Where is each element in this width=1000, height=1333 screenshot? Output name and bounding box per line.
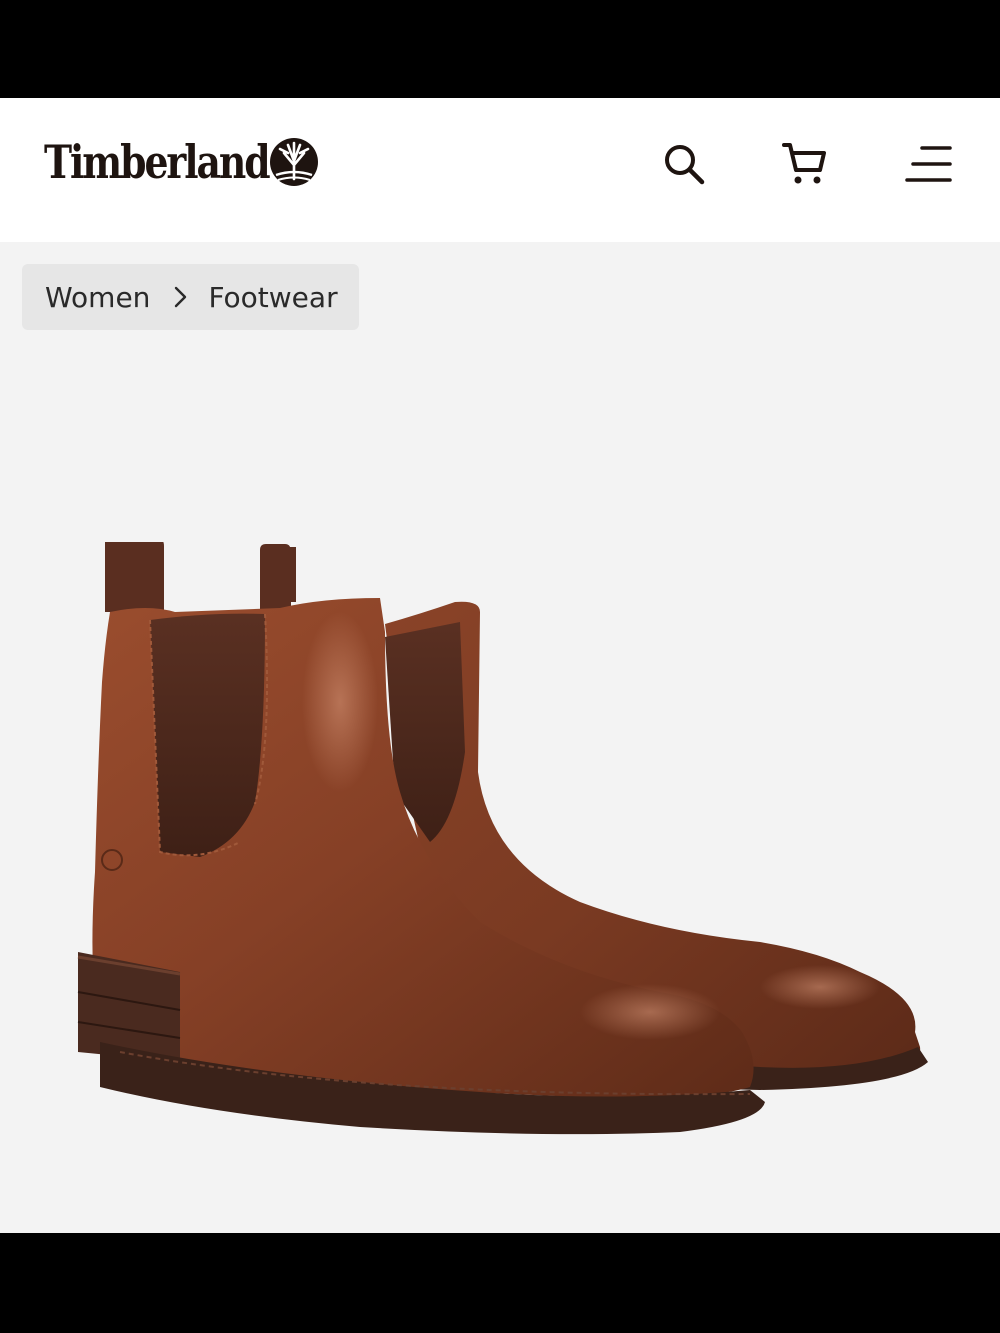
breadcrumb-item-footwear[interactable]: Footwear — [208, 281, 337, 314]
brand-name: Timberland — [44, 135, 271, 189]
menu-button[interactable] — [904, 140, 952, 188]
breadcrumb: Women Footwear — [22, 264, 359, 330]
cart-button[interactable] — [781, 140, 829, 188]
breadcrumb-item-women[interactable]: Women — [45, 281, 150, 314]
chevron-right-icon — [175, 286, 187, 308]
search-icon — [665, 145, 705, 185]
brand-logo[interactable]: Timberland — [44, 132, 318, 192]
menu-icon — [905, 146, 952, 182]
chelsea-boots-image[interactable] — [60, 542, 940, 1162]
app-frame: Timberland Women Footwear — [0, 0, 1000, 1333]
bottom-bar — [0, 1233, 1000, 1333]
tree-logo-icon — [270, 138, 318, 186]
search-button[interactable] — [660, 140, 708, 188]
cart-icon — [782, 143, 826, 184]
product-gallery: Women Footwear — [0, 242, 1000, 1233]
